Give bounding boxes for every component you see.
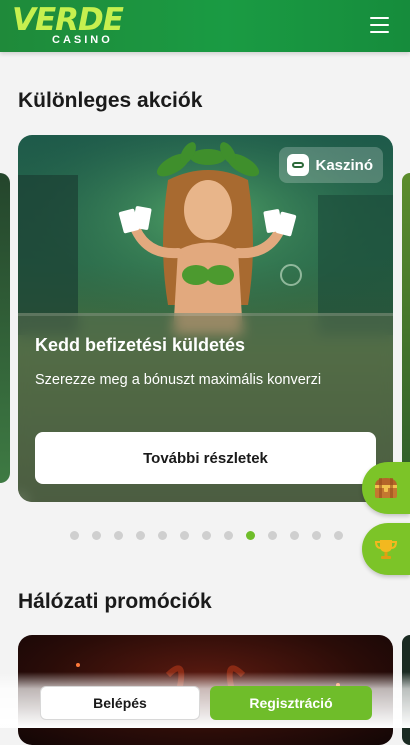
promo-description: Szerezze meg a bónuszt maximális konverz…: [35, 372, 322, 388]
trophy-button[interactable]: [362, 523, 410, 575]
carousel-dot[interactable]: [202, 531, 211, 540]
section-title-network-promos: Hálózati promóciók: [18, 590, 212, 613]
carousel-dot[interactable]: [92, 531, 101, 540]
carousel-dot[interactable]: [268, 531, 277, 540]
logo-subtitle: CASINO: [52, 34, 113, 46]
carousel-dot[interactable]: [136, 531, 145, 540]
gamepad-icon: [287, 154, 310, 176]
treasure-chest-icon: [375, 478, 397, 498]
promo-card[interactable]: Kaszinó Kedd befizetési küldetés Szerezz…: [18, 135, 393, 502]
logo-wordmark: VERDE: [12, 2, 124, 38]
carousel-dot[interactable]: [246, 531, 255, 540]
login-button[interactable]: Belépés: [40, 686, 200, 720]
category-badge: Kaszinó: [279, 147, 383, 183]
section-title-special-offers: Különleges akciók: [18, 89, 203, 112]
hamburger-menu-icon[interactable]: [370, 15, 390, 35]
more-details-button[interactable]: További részletek: [35, 432, 376, 484]
carousel-dot[interactable]: [158, 531, 167, 540]
badge-label: Kaszinó: [315, 156, 373, 174]
carousel-dot[interactable]: [224, 531, 233, 540]
verde-casino-logo[interactable]: VERDE CASINO: [12, 2, 124, 48]
carousel-prev-card[interactable]: [0, 173, 10, 483]
carousel-dot[interactable]: [312, 531, 321, 540]
app-header: VERDE CASINO: [0, 0, 410, 52]
promo-title: Kedd befizetési küldetés: [35, 335, 246, 355]
carousel-dot[interactable]: [70, 531, 79, 540]
carousel-dot[interactable]: [334, 531, 343, 540]
carousel-dot[interactable]: [290, 531, 299, 540]
trophy-icon: [374, 540, 398, 559]
carousel-next-card[interactable]: [402, 173, 410, 483]
register-button[interactable]: Regisztráció: [210, 686, 372, 720]
carousel-dot[interactable]: [180, 531, 189, 540]
carousel-dot[interactable]: [114, 531, 123, 540]
treasure-chest-button[interactable]: [362, 462, 410, 514]
